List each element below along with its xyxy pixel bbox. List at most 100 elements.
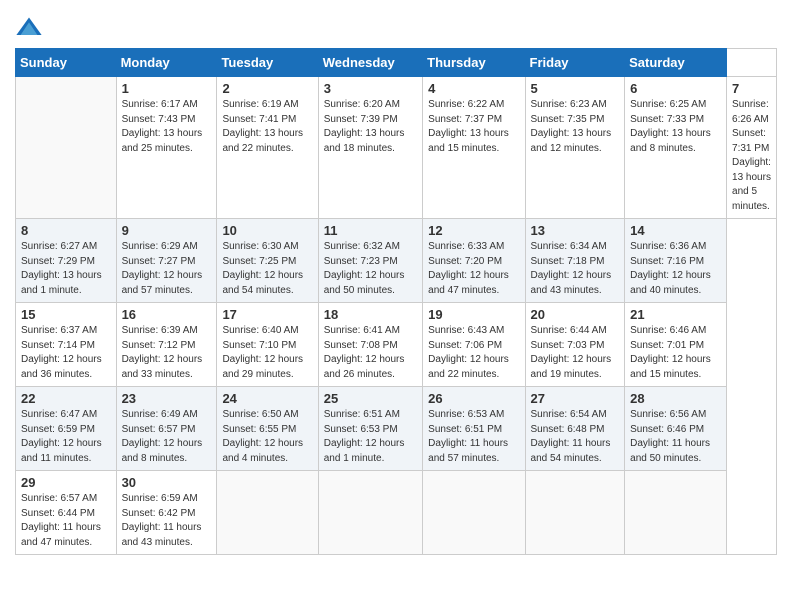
calendar-cell: 10Sunrise: 6:30 AMSunset: 7:25 PMDayligh…: [217, 219, 318, 303]
day-info: Sunrise: 6:40 AMSunset: 7:10 PMDaylight:…: [222, 324, 312, 382]
day-number: 10: [222, 223, 312, 238]
day-number: 15: [21, 307, 111, 322]
calendar-cell: [318, 471, 422, 555]
page-header: [15, 10, 777, 42]
calendar-cell: 27 Sunrise: 6:54 AMSunset: 6:48 PMDayligh…: [525, 387, 625, 471]
weekday-header-sunday: Sunday: [16, 49, 117, 77]
day-number: 4: [428, 81, 519, 96]
calendar-cell: 24Sunrise: 6:50 AMSunset: 6:55 PMDayligh…: [217, 387, 318, 471]
day-info: Sunrise: 6:44 AMSunset: 7:03 PMDaylight:…: [531, 324, 620, 382]
day-number: 12: [428, 223, 519, 238]
calendar-cell: 18 Sunrise: 6:41 AMSunset: 7:08 PMDayligh…: [318, 303, 422, 387]
calendar-cell: 5 Sunrise: 6:23 AMSunset: 7:35 PMDaylight…: [525, 77, 625, 219]
calendar-table: SundayMondayTuesdayWednesdayThursdayFrid…: [15, 48, 777, 555]
day-info: Sunrise: 6:19 AMSunset: 7:41 PMDaylight:…: [222, 98, 312, 156]
week-row-3: 15 Sunrise: 6:37 AMSunset: 7:14 PMDayligh…: [16, 303, 777, 387]
day-info: Sunrise: 6:36 AMSunset: 7:16 PMDaylight:…: [630, 240, 721, 298]
calendar-cell: 23 Sunrise: 6:49 AMSunset: 6:57 PMDayligh…: [116, 387, 217, 471]
calendar-cell: 26Sunrise: 6:53 AMSunset: 6:51 PMDayligh…: [423, 387, 525, 471]
day-number: 30: [122, 475, 212, 490]
day-info: Sunrise: 6:51 AMSunset: 6:53 PMDaylight:…: [324, 408, 417, 466]
week-row-1: 1 Sunrise: 6:17 AMSunset: 7:43 PMDaylight…: [16, 77, 777, 219]
calendar-cell: 13 Sunrise: 6:34 AMSunset: 7:18 PMDayligh…: [525, 219, 625, 303]
day-number: 29: [21, 475, 111, 490]
calendar-cell: 28 Sunrise: 6:56 AMSunset: 6:46 PMDayligh…: [625, 387, 727, 471]
calendar-cell: 2 Sunrise: 6:19 AMSunset: 7:41 PMDaylight…: [217, 77, 318, 219]
calendar-cell: 11 Sunrise: 6:32 AMSunset: 7:23 PMDayligh…: [318, 219, 422, 303]
calendar-cell: 8Sunrise: 6:27 AMSunset: 7:29 PMDaylight…: [16, 219, 117, 303]
day-info: Sunrise: 6:26 AMSunset: 7:31 PMDaylight:…: [732, 98, 771, 214]
weekday-header-monday: Monday: [116, 49, 217, 77]
day-info: Sunrise: 6:54 AMSunset: 6:48 PMDaylight:…: [531, 408, 620, 466]
calendar-cell: 22 Sunrise: 6:47 AMSunset: 6:59 PMDayligh…: [16, 387, 117, 471]
day-info: Sunrise: 6:17 AMSunset: 7:43 PMDaylight:…: [122, 98, 212, 156]
day-number: 18: [324, 307, 417, 322]
day-info: Sunrise: 6:25 AMSunset: 7:33 PMDaylight:…: [630, 98, 721, 156]
day-info: Sunrise: 6:50 AMSunset: 6:55 PMDaylight:…: [222, 408, 312, 466]
day-number: 11: [324, 223, 417, 238]
day-info: Sunrise: 6:32 AMSunset: 7:23 PMDaylight:…: [324, 240, 417, 298]
day-number: 22: [21, 391, 111, 406]
day-number: 13: [531, 223, 620, 238]
calendar-cell: 19 Sunrise: 6:43 AMSunset: 7:06 PMDayligh…: [423, 303, 525, 387]
day-number: 5: [531, 81, 620, 96]
week-row-5: 29 Sunrise: 6:57 AMSunset: 6:44 PMDayligh…: [16, 471, 777, 555]
day-number: 25: [324, 391, 417, 406]
day-number: 19: [428, 307, 519, 322]
calendar-cell: [217, 471, 318, 555]
day-number: 1: [122, 81, 212, 96]
day-number: 28: [630, 391, 721, 406]
weekday-header-tuesday: Tuesday: [217, 49, 318, 77]
weekday-header-friday: Friday: [525, 49, 625, 77]
day-info: Sunrise: 6:56 AMSunset: 6:46 PMDaylight:…: [630, 408, 721, 466]
day-number: 27: [531, 391, 620, 406]
calendar-cell: 29 Sunrise: 6:57 AMSunset: 6:44 PMDayligh…: [16, 471, 117, 555]
calendar-cell: 16 Sunrise: 6:39 AMSunset: 7:12 PMDayligh…: [116, 303, 217, 387]
day-number: 3: [324, 81, 417, 96]
day-info: Sunrise: 6:53 AMSunset: 6:51 PMDaylight:…: [428, 408, 519, 466]
logo-icon: [15, 14, 43, 42]
day-info: Sunrise: 6:41 AMSunset: 7:08 PMDaylight:…: [324, 324, 417, 382]
day-number: 17: [222, 307, 312, 322]
day-info: Sunrise: 6:23 AMSunset: 7:35 PMDaylight:…: [531, 98, 620, 156]
day-info: Sunrise: 6:57 AMSunset: 6:44 PMDaylight:…: [21, 492, 111, 550]
weekday-header-saturday: Saturday: [625, 49, 727, 77]
calendar-cell: 7 Sunrise: 6:26 AMSunset: 7:31 PMDaylight…: [727, 77, 777, 219]
calendar-cell: 21Sunrise: 6:46 AMSunset: 7:01 PMDayligh…: [625, 303, 727, 387]
calendar-cell: 30 Sunrise: 6:59 AMSunset: 6:42 PMDayligh…: [116, 471, 217, 555]
day-number: 8: [21, 223, 111, 238]
day-number: 6: [630, 81, 721, 96]
day-info: Sunrise: 6:49 AMSunset: 6:57 PMDaylight:…: [122, 408, 212, 466]
day-number: 14: [630, 223, 721, 238]
calendar-cell: 17 Sunrise: 6:40 AMSunset: 7:10 PMDayligh…: [217, 303, 318, 387]
calendar-cell: 4Sunrise: 6:22 AMSunset: 7:37 PMDaylight…: [423, 77, 525, 219]
calendar-cell: [525, 471, 625, 555]
day-info: Sunrise: 6:43 AMSunset: 7:06 PMDaylight:…: [428, 324, 519, 382]
day-number: 21: [630, 307, 721, 322]
day-info: Sunrise: 6:20 AMSunset: 7:39 PMDaylight:…: [324, 98, 417, 156]
day-info: Sunrise: 6:37 AMSunset: 7:14 PMDaylight:…: [21, 324, 111, 382]
day-number: 7: [732, 81, 771, 96]
calendar-cell: 25 Sunrise: 6:51 AMSunset: 6:53 PMDayligh…: [318, 387, 422, 471]
calendar-cell: 3 Sunrise: 6:20 AMSunset: 7:39 PMDaylight…: [318, 77, 422, 219]
calendar-cell: 1 Sunrise: 6:17 AMSunset: 7:43 PMDaylight…: [116, 77, 217, 219]
calendar-cell: [625, 471, 727, 555]
week-row-2: 8Sunrise: 6:27 AMSunset: 7:29 PMDaylight…: [16, 219, 777, 303]
day-number: 2: [222, 81, 312, 96]
week-row-4: 22 Sunrise: 6:47 AMSunset: 6:59 PMDayligh…: [16, 387, 777, 471]
day-number: 16: [122, 307, 212, 322]
calendar-cell: [423, 471, 525, 555]
calendar-cell: 20Sunrise: 6:44 AMSunset: 7:03 PMDayligh…: [525, 303, 625, 387]
empty-cell: [16, 77, 117, 219]
day-info: Sunrise: 6:59 AMSunset: 6:42 PMDaylight:…: [122, 492, 212, 550]
calendar-cell: 15 Sunrise: 6:37 AMSunset: 7:14 PMDayligh…: [16, 303, 117, 387]
day-info: Sunrise: 6:47 AMSunset: 6:59 PMDaylight:…: [21, 408, 111, 466]
logo: [15, 14, 47, 42]
day-number: 23: [122, 391, 212, 406]
weekday-header-thursday: Thursday: [423, 49, 525, 77]
day-number: 9: [122, 223, 212, 238]
weekday-header-wednesday: Wednesday: [318, 49, 422, 77]
day-info: Sunrise: 6:34 AMSunset: 7:18 PMDaylight:…: [531, 240, 620, 298]
day-info: Sunrise: 6:39 AMSunset: 7:12 PMDaylight:…: [122, 324, 212, 382]
weekday-header-row: SundayMondayTuesdayWednesdayThursdayFrid…: [16, 49, 777, 77]
